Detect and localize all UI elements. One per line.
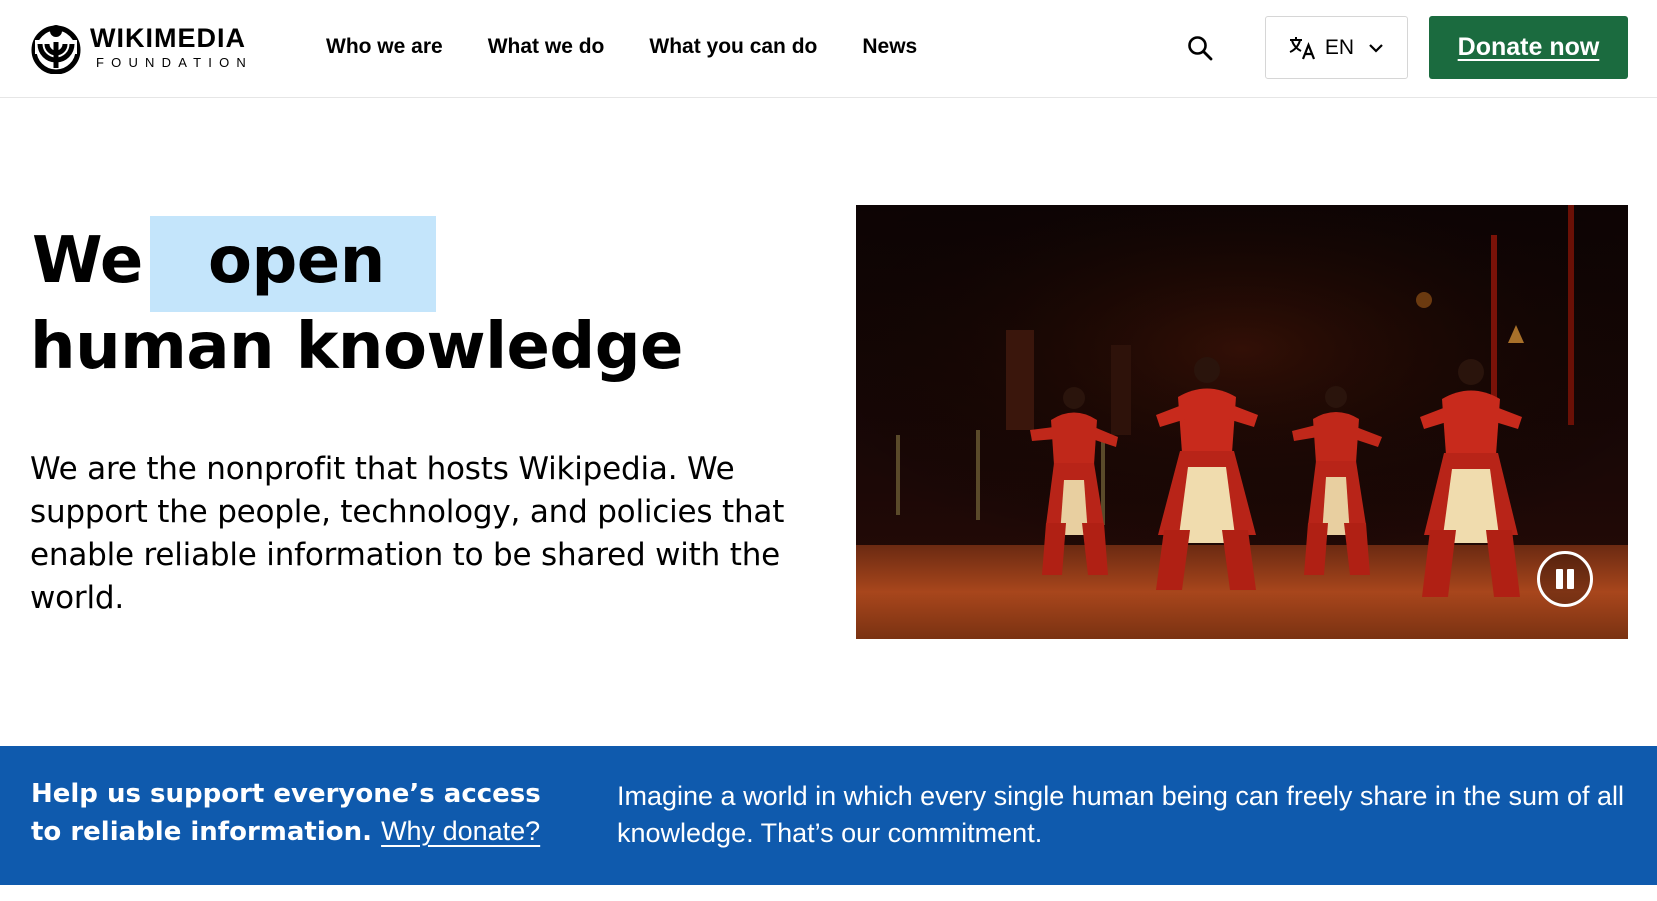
pause-icon-bar <box>1567 569 1574 589</box>
nav-news[interactable]: News <box>862 34 917 60</box>
video-frame <box>856 205 1628 639</box>
logo-text: WIKIMEDIA FOUNDATION <box>90 25 253 71</box>
hero-description: We are the nonprofit that hosts Wikipedi… <box>30 451 785 616</box>
donate-banner: Help us support everyone’s access to rel… <box>0 746 1657 885</box>
pause-icon <box>1556 569 1563 589</box>
wikimedia-logo-icon <box>31 25 81 74</box>
language-label: EN <box>1324 35 1355 59</box>
search-icon <box>1188 36 1213 61</box>
hero-title-prefix: We <box>32 224 143 298</box>
why-donate-link[interactable]: Why donate? <box>381 816 540 846</box>
logo-wordmark: WIKIMEDIA <box>90 23 246 53</box>
nav-what-we-do[interactable]: What we do <box>488 34 605 60</box>
language-selector[interactable]: EN <box>1265 16 1408 79</box>
nav-who-we-are[interactable]: Who we are <box>326 34 443 60</box>
donate-button[interactable]: Donate now <box>1429 16 1628 79</box>
page-bottom <box>0 885 1657 901</box>
site-header: WIKIMEDIA FOUNDATION Who we are What we … <box>0 0 1657 98</box>
chevron-down-icon <box>1369 43 1383 53</box>
main-nav: Who we are What we do What you can do Ne… <box>326 34 917 60</box>
hero-title: We open human knowledge <box>30 216 790 390</box>
pause-button[interactable] <box>1537 551 1593 607</box>
hero-title-line1: We open <box>30 216 790 312</box>
wikimedia-logo[interactable]: WIKIMEDIA FOUNDATION <box>30 22 253 74</box>
hero-video[interactable] <box>856 205 1628 639</box>
donate-button-label: Donate now <box>1457 33 1600 61</box>
banner-commitment-text: Imagine a world in which every single hu… <box>617 781 1625 848</box>
hero-title-line2: human knowledge <box>30 310 683 384</box>
search-button[interactable] <box>1182 30 1218 66</box>
logo-subtitle: FOUNDATION <box>96 55 253 70</box>
nav-what-you-can-do[interactable]: What you can do <box>649 34 817 60</box>
translate-icon <box>1289 36 1315 59</box>
banner-heading: Help us support everyone’s access to rel… <box>31 776 571 851</box>
hero-title-word: open <box>208 224 385 298</box>
